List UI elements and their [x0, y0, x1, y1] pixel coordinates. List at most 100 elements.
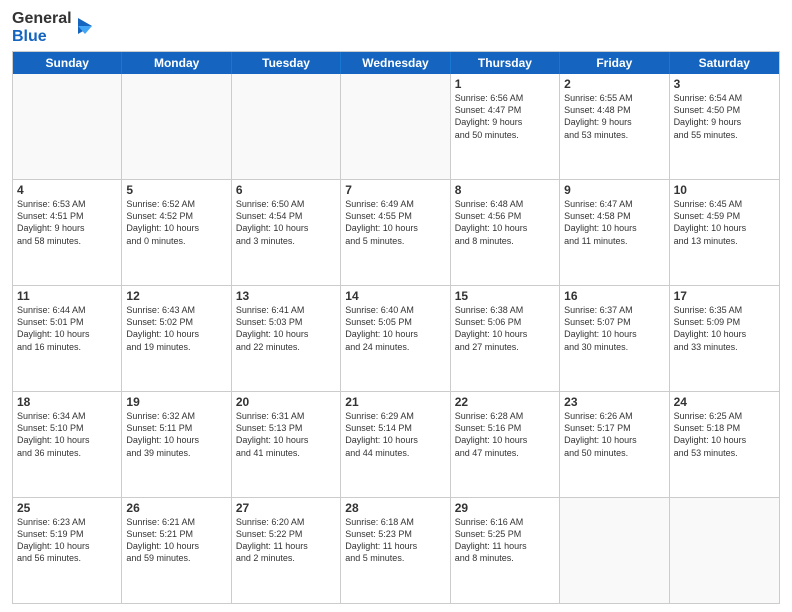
- calendar-body: 1Sunrise: 6:56 AM Sunset: 4:47 PM Daylig…: [13, 74, 779, 603]
- weekday-header-tuesday: Tuesday: [232, 52, 341, 74]
- calendar-row-0: 1Sunrise: 6:56 AM Sunset: 4:47 PM Daylig…: [13, 74, 779, 179]
- calendar-row-4: 25Sunrise: 6:23 AM Sunset: 5:19 PM Dayli…: [13, 497, 779, 603]
- weekday-header-friday: Friday: [560, 52, 669, 74]
- day-info: Sunrise: 6:35 AM Sunset: 5:09 PM Dayligh…: [674, 304, 775, 353]
- calendar-cell-day-28: 28Sunrise: 6:18 AM Sunset: 5:23 PM Dayli…: [341, 498, 450, 603]
- day-info: Sunrise: 6:52 AM Sunset: 4:52 PM Dayligh…: [126, 198, 226, 247]
- calendar-cell-day-18: 18Sunrise: 6:34 AM Sunset: 5:10 PM Dayli…: [13, 392, 122, 497]
- day-info: Sunrise: 6:32 AM Sunset: 5:11 PM Dayligh…: [126, 410, 226, 459]
- day-info: Sunrise: 6:25 AM Sunset: 5:18 PM Dayligh…: [674, 410, 775, 459]
- day-number: 27: [236, 501, 336, 515]
- calendar-cell-day-16: 16Sunrise: 6:37 AM Sunset: 5:07 PM Dayli…: [560, 286, 669, 391]
- calendar-cell-day-23: 23Sunrise: 6:26 AM Sunset: 5:17 PM Dayli…: [560, 392, 669, 497]
- day-number: 8: [455, 183, 555, 197]
- day-number: 16: [564, 289, 664, 303]
- day-info: Sunrise: 6:47 AM Sunset: 4:58 PM Dayligh…: [564, 198, 664, 247]
- day-info: Sunrise: 6:48 AM Sunset: 4:56 PM Dayligh…: [455, 198, 555, 247]
- calendar-cell-day-20: 20Sunrise: 6:31 AM Sunset: 5:13 PM Dayli…: [232, 392, 341, 497]
- calendar-cell-day-26: 26Sunrise: 6:21 AM Sunset: 5:21 PM Dayli…: [122, 498, 231, 603]
- day-info: Sunrise: 6:20 AM Sunset: 5:22 PM Dayligh…: [236, 516, 336, 565]
- calendar-cell-day-8: 8Sunrise: 6:48 AM Sunset: 4:56 PM Daylig…: [451, 180, 560, 285]
- calendar-row-2: 11Sunrise: 6:44 AM Sunset: 5:01 PM Dayli…: [13, 285, 779, 391]
- calendar-cell-empty-0-2: [232, 74, 341, 179]
- header: General Blue: [12, 10, 780, 45]
- day-info: Sunrise: 6:38 AM Sunset: 5:06 PM Dayligh…: [455, 304, 555, 353]
- logo-bird-icon: [74, 10, 100, 42]
- day-number: 14: [345, 289, 445, 303]
- day-number: 3: [674, 77, 775, 91]
- day-number: 15: [455, 289, 555, 303]
- day-number: 4: [17, 183, 117, 197]
- day-info: Sunrise: 6:40 AM Sunset: 5:05 PM Dayligh…: [345, 304, 445, 353]
- day-info: Sunrise: 6:28 AM Sunset: 5:16 PM Dayligh…: [455, 410, 555, 459]
- day-info: Sunrise: 6:43 AM Sunset: 5:02 PM Dayligh…: [126, 304, 226, 353]
- day-number: 12: [126, 289, 226, 303]
- calendar-cell-day-2: 2Sunrise: 6:55 AM Sunset: 4:48 PM Daylig…: [560, 74, 669, 179]
- day-number: 29: [455, 501, 555, 515]
- day-number: 1: [455, 77, 555, 91]
- day-info: Sunrise: 6:16 AM Sunset: 5:25 PM Dayligh…: [455, 516, 555, 565]
- day-number: 10: [674, 183, 775, 197]
- calendar-cell-day-13: 13Sunrise: 6:41 AM Sunset: 5:03 PM Dayli…: [232, 286, 341, 391]
- day-info: Sunrise: 6:49 AM Sunset: 4:55 PM Dayligh…: [345, 198, 445, 247]
- weekday-header-saturday: Saturday: [670, 52, 779, 74]
- calendar-cell-day-10: 10Sunrise: 6:45 AM Sunset: 4:59 PM Dayli…: [670, 180, 779, 285]
- day-number: 11: [17, 289, 117, 303]
- calendar: SundayMondayTuesdayWednesdayThursdayFrid…: [12, 51, 780, 604]
- day-number: 5: [126, 183, 226, 197]
- calendar-cell-day-9: 9Sunrise: 6:47 AM Sunset: 4:58 PM Daylig…: [560, 180, 669, 285]
- logo: General Blue: [12, 10, 100, 45]
- calendar-cell-day-11: 11Sunrise: 6:44 AM Sunset: 5:01 PM Dayli…: [13, 286, 122, 391]
- day-info: Sunrise: 6:31 AM Sunset: 5:13 PM Dayligh…: [236, 410, 336, 459]
- day-number: 21: [345, 395, 445, 409]
- day-info: Sunrise: 6:41 AM Sunset: 5:03 PM Dayligh…: [236, 304, 336, 353]
- calendar-header: SundayMondayTuesdayWednesdayThursdayFrid…: [13, 52, 779, 74]
- weekday-header-sunday: Sunday: [13, 52, 122, 74]
- calendar-cell-day-6: 6Sunrise: 6:50 AM Sunset: 4:54 PM Daylig…: [232, 180, 341, 285]
- calendar-row-3: 18Sunrise: 6:34 AM Sunset: 5:10 PM Dayli…: [13, 391, 779, 497]
- day-number: 26: [126, 501, 226, 515]
- day-number: 20: [236, 395, 336, 409]
- day-number: 18: [17, 395, 117, 409]
- calendar-cell-day-5: 5Sunrise: 6:52 AM Sunset: 4:52 PM Daylig…: [122, 180, 231, 285]
- calendar-row-1: 4Sunrise: 6:53 AM Sunset: 4:51 PM Daylig…: [13, 179, 779, 285]
- day-number: 9: [564, 183, 664, 197]
- day-number: 19: [126, 395, 226, 409]
- day-number: 2: [564, 77, 664, 91]
- logo-wordmark: General Blue: [12, 10, 72, 45]
- calendar-cell-day-21: 21Sunrise: 6:29 AM Sunset: 5:14 PM Dayli…: [341, 392, 450, 497]
- calendar-cell-empty-4-5: [560, 498, 669, 603]
- calendar-cell-day-19: 19Sunrise: 6:32 AM Sunset: 5:11 PM Dayli…: [122, 392, 231, 497]
- calendar-cell-day-15: 15Sunrise: 6:38 AM Sunset: 5:06 PM Dayli…: [451, 286, 560, 391]
- day-info: Sunrise: 6:18 AM Sunset: 5:23 PM Dayligh…: [345, 516, 445, 565]
- day-info: Sunrise: 6:56 AM Sunset: 4:47 PM Dayligh…: [455, 92, 555, 141]
- calendar-cell-empty-0-1: [122, 74, 231, 179]
- day-info: Sunrise: 6:29 AM Sunset: 5:14 PM Dayligh…: [345, 410, 445, 459]
- calendar-cell-day-1: 1Sunrise: 6:56 AM Sunset: 4:47 PM Daylig…: [451, 74, 560, 179]
- day-number: 24: [674, 395, 775, 409]
- day-number: 22: [455, 395, 555, 409]
- calendar-cell-day-27: 27Sunrise: 6:20 AM Sunset: 5:22 PM Dayli…: [232, 498, 341, 603]
- calendar-cell-day-22: 22Sunrise: 6:28 AM Sunset: 5:16 PM Dayli…: [451, 392, 560, 497]
- day-number: 7: [345, 183, 445, 197]
- day-number: 28: [345, 501, 445, 515]
- day-info: Sunrise: 6:21 AM Sunset: 5:21 PM Dayligh…: [126, 516, 226, 565]
- day-info: Sunrise: 6:37 AM Sunset: 5:07 PM Dayligh…: [564, 304, 664, 353]
- day-info: Sunrise: 6:45 AM Sunset: 4:59 PM Dayligh…: [674, 198, 775, 247]
- day-number: 13: [236, 289, 336, 303]
- calendar-cell-day-29: 29Sunrise: 6:16 AM Sunset: 5:25 PM Dayli…: [451, 498, 560, 603]
- calendar-cell-day-3: 3Sunrise: 6:54 AM Sunset: 4:50 PM Daylig…: [670, 74, 779, 179]
- calendar-cell-empty-0-3: [341, 74, 450, 179]
- day-number: 25: [17, 501, 117, 515]
- day-info: Sunrise: 6:23 AM Sunset: 5:19 PM Dayligh…: [17, 516, 117, 565]
- calendar-cell-day-17: 17Sunrise: 6:35 AM Sunset: 5:09 PM Dayli…: [670, 286, 779, 391]
- calendar-cell-day-24: 24Sunrise: 6:25 AM Sunset: 5:18 PM Dayli…: [670, 392, 779, 497]
- day-number: 6: [236, 183, 336, 197]
- calendar-cell-empty-4-6: [670, 498, 779, 603]
- calendar-cell-day-4: 4Sunrise: 6:53 AM Sunset: 4:51 PM Daylig…: [13, 180, 122, 285]
- day-info: Sunrise: 6:34 AM Sunset: 5:10 PM Dayligh…: [17, 410, 117, 459]
- page: General Blue SundayMondayTuesdayWednesda…: [0, 0, 792, 612]
- day-info: Sunrise: 6:50 AM Sunset: 4:54 PM Dayligh…: [236, 198, 336, 247]
- day-info: Sunrise: 6:54 AM Sunset: 4:50 PM Dayligh…: [674, 92, 775, 141]
- calendar-cell-day-25: 25Sunrise: 6:23 AM Sunset: 5:19 PM Dayli…: [13, 498, 122, 603]
